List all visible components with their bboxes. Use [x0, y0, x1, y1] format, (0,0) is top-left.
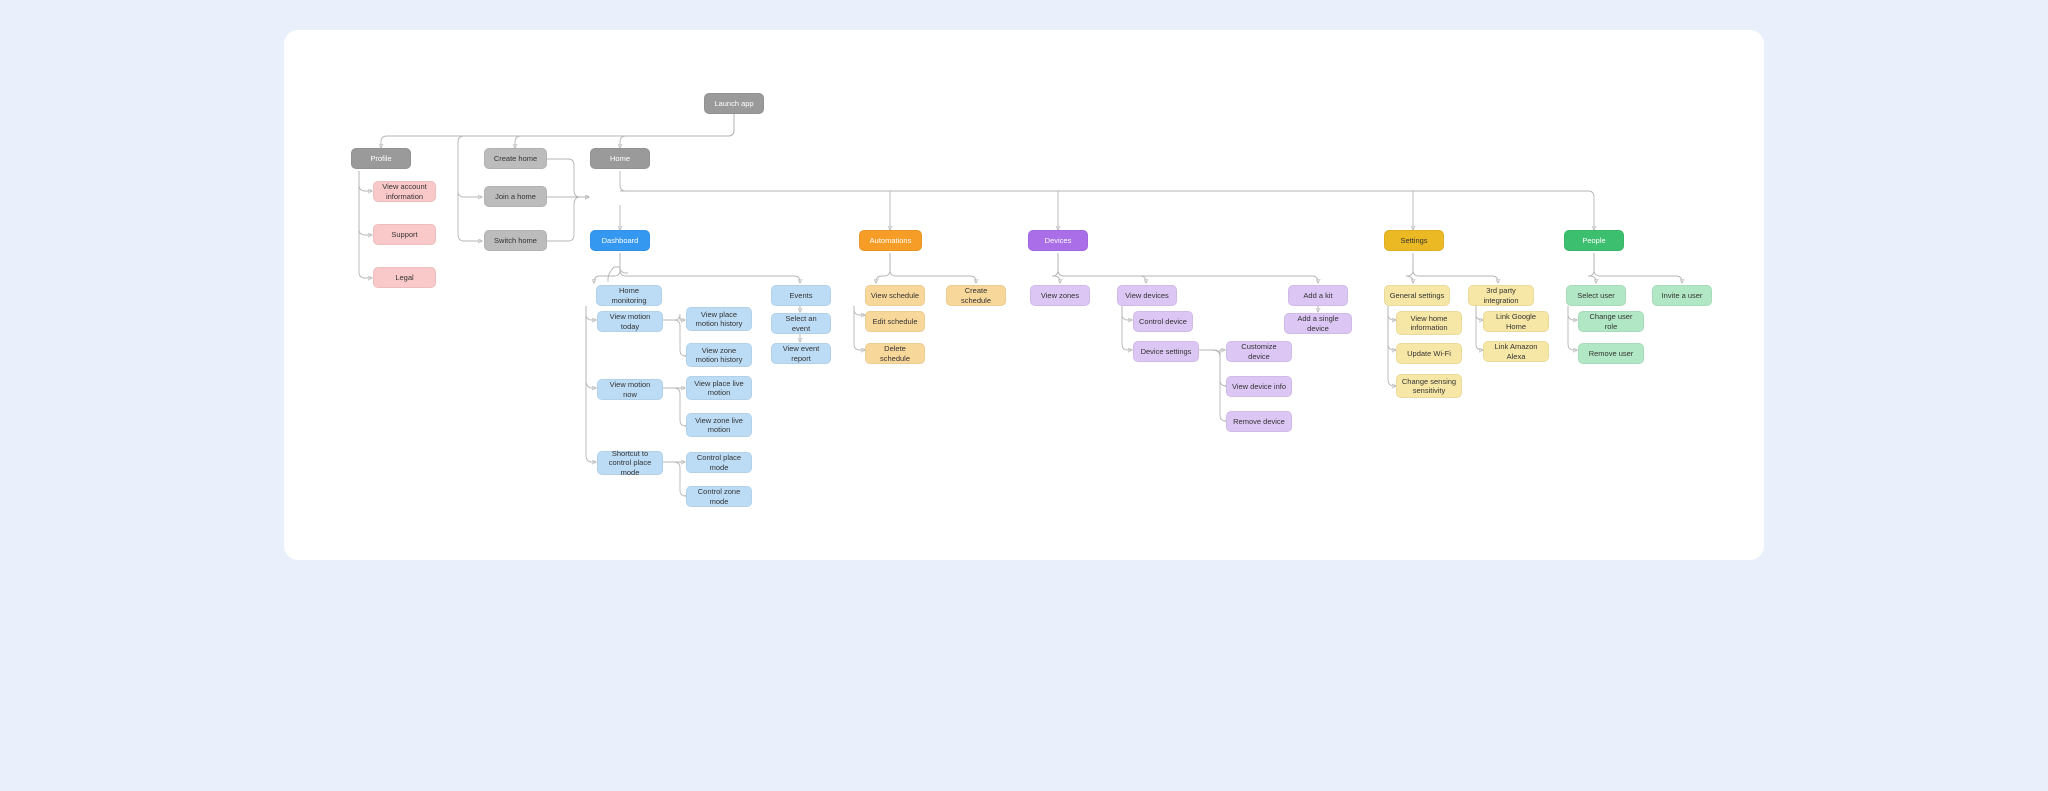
node-add-kit[interactable]: Add a kit: [1288, 285, 1348, 306]
node-control-device[interactable]: Control device: [1133, 311, 1193, 332]
node-home[interactable]: Home: [590, 148, 650, 169]
node-settings[interactable]: Settings: [1384, 230, 1444, 251]
node-view-account-info[interactable]: View account information: [373, 181, 436, 202]
node-view-device-info[interactable]: View device info: [1226, 376, 1292, 397]
node-launch-app[interactable]: Launch app: [704, 93, 764, 114]
node-view-event-report[interactable]: View event report: [771, 343, 831, 364]
node-update-wifi[interactable]: Update Wi-Fi: [1396, 343, 1462, 364]
node-view-devices[interactable]: View devices: [1117, 285, 1177, 306]
node-select-event[interactable]: Select an event: [771, 313, 831, 334]
node-view-place-live-motion[interactable]: View place live motion: [686, 376, 752, 400]
node-dashboard[interactable]: Dashboard: [590, 230, 650, 251]
node-invite-user[interactable]: Invite a user: [1652, 285, 1712, 306]
node-view-schedule[interactable]: View schedule: [865, 285, 925, 306]
connectors: [284, 30, 1764, 560]
node-change-user-role[interactable]: Change user role: [1578, 311, 1644, 332]
node-general-settings[interactable]: General settings: [1384, 285, 1450, 306]
node-support[interactable]: Support: [373, 224, 436, 245]
node-add-single-device[interactable]: Add a single device: [1284, 313, 1352, 334]
node-people[interactable]: People: [1564, 230, 1624, 251]
node-profile[interactable]: Profile: [351, 148, 411, 169]
node-third-party[interactable]: 3rd party integration: [1468, 285, 1534, 306]
node-view-zone-motion-history[interactable]: View zone motion history: [686, 343, 752, 367]
node-events[interactable]: Events: [771, 285, 831, 306]
node-view-motion-today[interactable]: View motion today: [597, 311, 663, 332]
node-device-settings[interactable]: Device settings: [1133, 341, 1199, 362]
node-create-schedule[interactable]: Create schedule: [946, 285, 1006, 306]
node-link-google[interactable]: Link Google Home: [1483, 311, 1549, 332]
node-remove-device[interactable]: Remove device: [1226, 411, 1292, 432]
node-link-alexa[interactable]: Link Amazon Alexa: [1483, 341, 1549, 362]
flowchart-canvas: Launch app Profile Create home Home Join…: [284, 30, 1764, 560]
node-control-zone-mode[interactable]: Control zone mode: [686, 486, 752, 507]
node-delete-schedule[interactable]: Delete schedule: [865, 343, 925, 364]
node-legal[interactable]: Legal: [373, 267, 436, 288]
node-home-monitoring[interactable]: Home monitoring: [596, 285, 662, 306]
node-join-home[interactable]: Join a home: [484, 186, 547, 207]
node-view-home-info[interactable]: View home information: [1396, 311, 1462, 335]
node-automations[interactable]: Automations: [859, 230, 922, 251]
node-shortcut-control-place-mode[interactable]: Shortcut to control place mode: [597, 451, 663, 475]
node-change-sensing[interactable]: Change sensing sensitivity: [1396, 374, 1462, 398]
node-view-zones[interactable]: View zones: [1030, 285, 1090, 306]
node-customize-device[interactable]: Customize device: [1226, 341, 1292, 362]
node-view-zone-live-motion[interactable]: View zone live motion: [686, 413, 752, 437]
node-switch-home[interactable]: Switch home: [484, 230, 547, 251]
node-edit-schedule[interactable]: Edit schedule: [865, 311, 925, 332]
node-control-place-mode[interactable]: Control place mode: [686, 452, 752, 473]
node-view-place-motion-history[interactable]: View place motion history: [686, 307, 752, 331]
node-select-user[interactable]: Select user: [1566, 285, 1626, 306]
node-devices[interactable]: Devices: [1028, 230, 1088, 251]
node-remove-user[interactable]: Remove user: [1578, 343, 1644, 364]
node-view-motion-now[interactable]: View motion now: [597, 379, 663, 400]
node-create-home[interactable]: Create home: [484, 148, 547, 169]
